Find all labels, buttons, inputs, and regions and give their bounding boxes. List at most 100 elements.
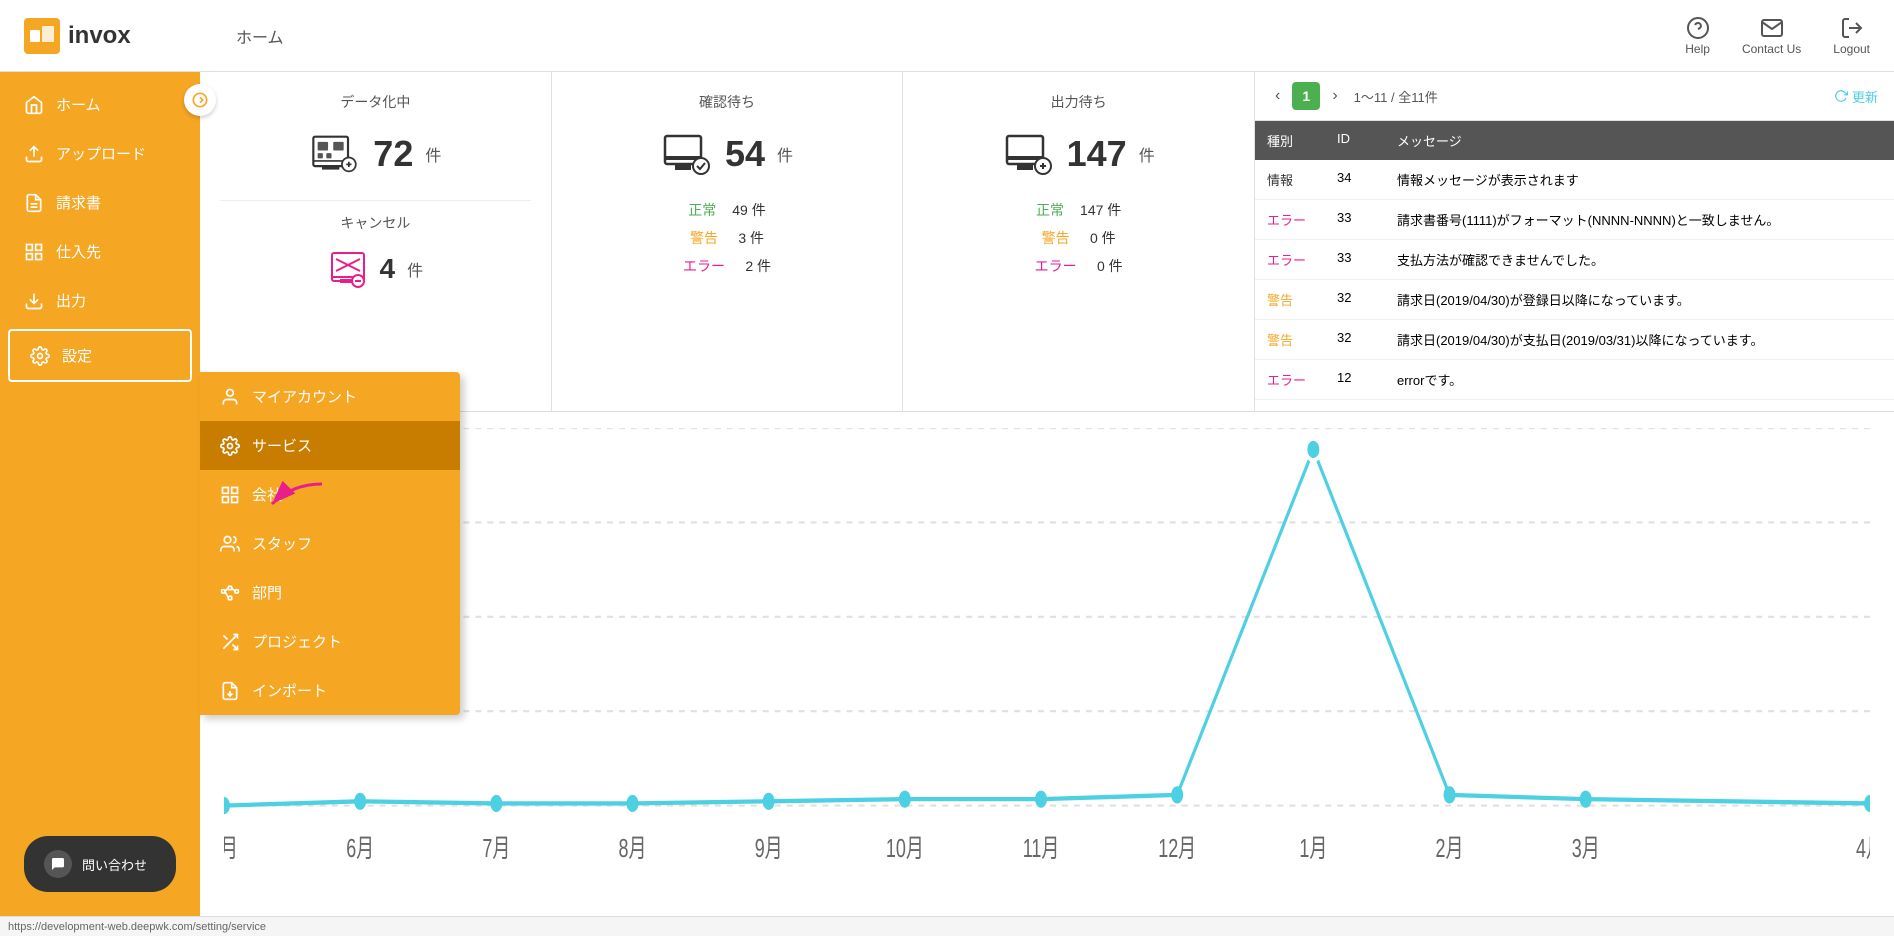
submenu-item-staff[interactable]: スタッフ (200, 519, 460, 568)
svg-text:3月: 3月 (1572, 834, 1600, 863)
help-button[interactable]: Help (1685, 16, 1710, 56)
submenu-label-department: 部門 (252, 582, 282, 603)
sidebar-label-invoice: 請求書 (56, 192, 101, 213)
supplier-icon (24, 242, 44, 262)
stats-section: データ化中 (200, 72, 1894, 412)
sidebar-item-home[interactable]: ホーム (0, 80, 200, 129)
refresh-icon (1834, 89, 1848, 103)
table-row: 警告 32 請求日(2019/04/30)が支払日(2019/03/31)以降に… (1255, 320, 1894, 360)
project-icon (220, 632, 240, 652)
service-icon (220, 436, 240, 456)
sidebar-nav: ホーム アップロード 請求書 (0, 72, 200, 812)
submenu-label-company: 会社 (252, 484, 282, 505)
notif-type: 情報 (1255, 160, 1325, 199)
page-info: 1〜11 / 全11件 (1354, 87, 1438, 106)
sidebar-item-supplier[interactable]: 仕入先 (0, 227, 200, 276)
stat-card-pending-confirm: 確認待ち 54 件 正常 (552, 72, 904, 411)
output-error-row: エラー 0 件 (923, 256, 1234, 276)
output-warning-label: 警告 (1042, 228, 1070, 248)
cancel-icon (328, 249, 368, 289)
refresh-button[interactable]: 更新 (1834, 87, 1878, 106)
upload-icon (24, 144, 44, 164)
submenu-item-company[interactable]: 会社 (200, 470, 460, 519)
submenu-item-import[interactable]: インポート (200, 666, 460, 715)
notif-id: 32 (1325, 280, 1385, 319)
staff-icon (220, 534, 240, 554)
contact-label: Contact Us (1742, 42, 1801, 56)
sidebar-toggle[interactable] (184, 84, 216, 116)
table-row: エラー 33 請求書番号(1111)がフォーマット(NNNN-NNNN)と一致し… (1255, 200, 1894, 240)
help-label: Help (1685, 42, 1710, 56)
header-actions: Help Contact Us Logout (1685, 16, 1870, 56)
sidebar-item-upload[interactable]: アップロード (0, 129, 200, 178)
logout-button[interactable]: Logout (1833, 16, 1870, 56)
cancel-count: 4 (380, 253, 396, 285)
table-row: エラー 33 支払方法が確認できませんでした。 (1255, 240, 1894, 280)
submenu-label-import: インポート (252, 680, 327, 701)
next-page-button[interactable]: › (1328, 83, 1341, 109)
inquiry-button[interactable]: 問い合わせ (24, 836, 176, 892)
cancel-section: キャンセル 4 件 (220, 200, 531, 309)
contact-button[interactable]: Contact Us (1742, 16, 1801, 56)
confirm-warning-label: 警告 (690, 228, 718, 248)
svg-text:7月: 7月 (482, 834, 510, 863)
invoice-icon (24, 193, 44, 213)
sidebar-item-invoice[interactable]: 請求書 (0, 178, 200, 227)
sidebar-item-settings[interactable]: 設定 (8, 329, 192, 382)
import-icon (220, 681, 240, 701)
notif-type: 警告 (1255, 320, 1325, 359)
notification-table: 種別 ID メッセージ 情報 34 情報メッセージが表示されます エラー 33 … (1255, 121, 1894, 411)
refresh-label: 更新 (1852, 87, 1878, 106)
header: invox ホーム Help Contact Us Logout (0, 0, 1894, 72)
submenu-item-account[interactable]: マイアカウント (200, 372, 460, 421)
settings-icon (30, 346, 50, 366)
stat-card-digitizing: データ化中 (200, 72, 552, 411)
svg-text:12月: 12月 (1158, 834, 1196, 863)
notif-message: 支払方法が確認できませんでした。 (1385, 240, 1894, 279)
notif-type: エラー (1255, 240, 1325, 279)
sidebar-label-upload: アップロード (56, 143, 146, 164)
confirm-warning-count: 3 件 (734, 228, 764, 248)
pending-confirm-main: 54 件 (572, 128, 883, 180)
submenu-item-service[interactable]: サービス (200, 421, 460, 470)
col-header-type: 種別 (1255, 121, 1325, 160)
confirm-icon (661, 128, 713, 180)
confirm-warning-row: 警告 3 件 (572, 228, 883, 248)
output-normal-count: 147 件 (1080, 200, 1121, 220)
company-icon (220, 485, 240, 505)
chart-svg: 5月 6月 7月 8月 9月 10月 11月 12月 1月 2月 3月 4月 (224, 428, 1870, 900)
svg-text:8月: 8月 (619, 834, 647, 863)
page-number: 1 (1292, 82, 1320, 110)
submenu-label-staff: スタッフ (252, 533, 312, 554)
notif-message: errorです。 (1385, 360, 1894, 399)
cancel-title: キャンセル (220, 213, 531, 233)
digitizing-main: 72 件 (220, 128, 531, 180)
pending-output-count: 147 (1067, 133, 1127, 175)
logout-label: Logout (1833, 42, 1870, 56)
output-normal-row: 正常 147 件 (923, 200, 1234, 220)
output-warning-row: 警告 0 件 (923, 228, 1234, 248)
digitizing-title: データ化中 (220, 92, 531, 112)
notif-type: エラー (1255, 200, 1325, 239)
table-row: 情報 34 情報メッセージが表示されます (1255, 160, 1894, 200)
notif-message: 請求日(2019/04/30)が支払日(2019/03/31)以降になっています… (1385, 320, 1894, 359)
page-title: ホーム (236, 24, 284, 48)
main-layout: ホーム アップロード 請求書 (0, 72, 1894, 916)
notif-message: 請求書番号(1111)がフォーマット(NNNN-NNNN)と一致しません。 (1385, 200, 1894, 239)
svg-text:5月: 5月 (224, 834, 238, 863)
submenu-item-project[interactable]: プロジェクト (200, 617, 460, 666)
stat-card-pending-output: 出力待ち 147 件 (903, 72, 1254, 411)
prev-page-button[interactable]: ‹ (1271, 83, 1284, 109)
confirm-normal-count: 49 件 (732, 200, 765, 220)
sidebar-item-output[interactable]: 出力 (0, 276, 200, 325)
digitizing-unit: 件 (425, 142, 441, 166)
home-icon (24, 95, 44, 115)
output-error-count: 0 件 (1093, 256, 1123, 276)
pending-confirm-title: 確認待ち (572, 92, 883, 112)
svg-text:9月: 9月 (755, 834, 783, 863)
submenu-item-department[interactable]: 部門 (200, 568, 460, 617)
svg-text:11月: 11月 (1023, 834, 1060, 863)
pending-confirm-count: 54 (725, 133, 765, 175)
notif-type: エラー (1255, 360, 1325, 399)
department-icon (220, 583, 240, 603)
